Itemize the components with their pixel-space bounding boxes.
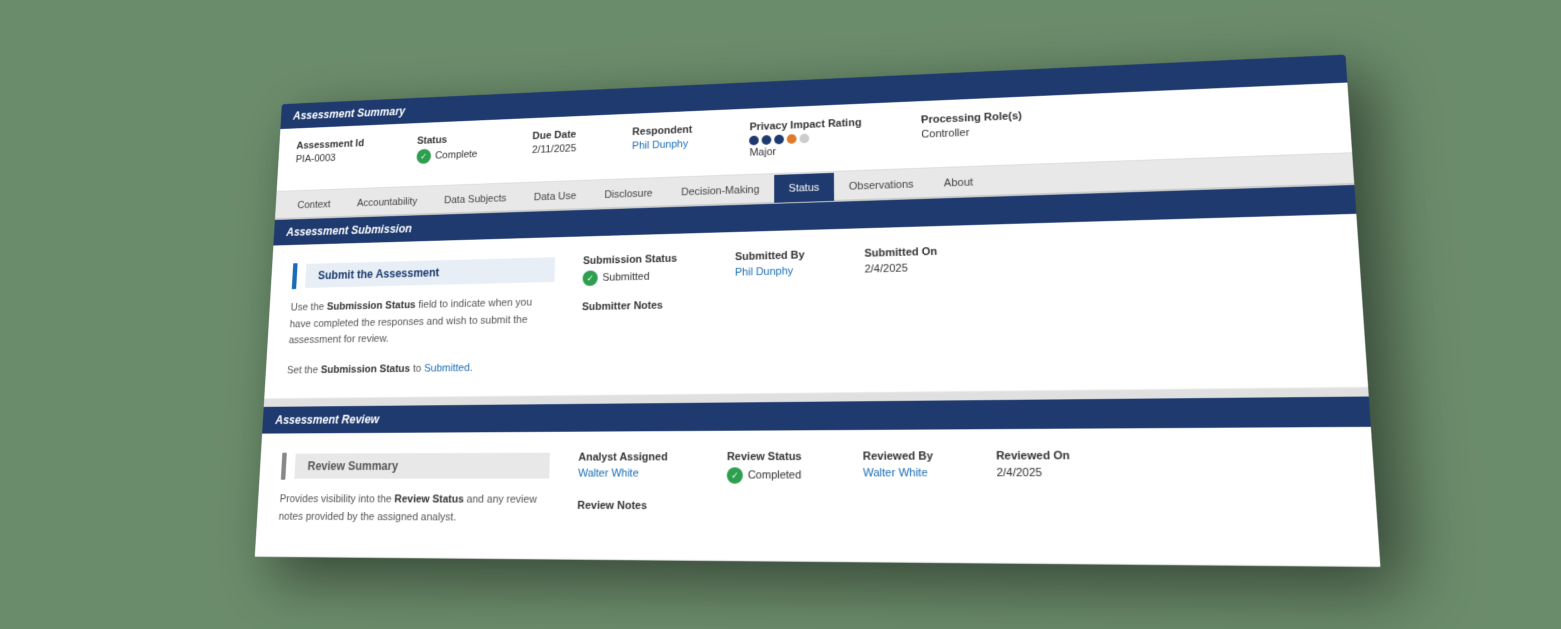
privacy-impact-field: Privacy Impact Rating Major (749, 117, 861, 159)
submitted-on-value: 2/4/2025 (864, 262, 937, 276)
assessment-id-field: Assessment Id PIA-0003 (295, 138, 364, 165)
submission-status-value: ✓ Submitted (582, 269, 676, 287)
reviewed-on-value: 2/4/2025 (996, 467, 1070, 480)
submission-instruction: Set the Submission Status to Submitted. (286, 359, 552, 380)
submission-right-panel: Submission Status ✓ Submitted Submitted … (580, 235, 1339, 375)
submission-left-panel: Submit the Assessment Use the Submission… (286, 256, 583, 380)
status-text: Complete (434, 149, 477, 162)
processing-roles-field: Processing Role(s) Controller (921, 111, 1022, 141)
submission-description: Use the Submission Status field to indic… (288, 295, 554, 350)
tab-data-subjects[interactable]: Data Subjects (430, 184, 520, 214)
tab-disclosure[interactable]: Disclosure (590, 179, 667, 209)
reviewed-on-field: Reviewed On 2/4/2025 (995, 450, 1070, 484)
privacy-impact-label: Privacy Impact Rating (749, 117, 861, 133)
tab-data-use[interactable]: Data Use (519, 182, 590, 212)
tab-decision-making[interactable]: Decision-Making (666, 175, 773, 206)
due-date-field: Due Date 2/11/2025 (531, 129, 576, 156)
status-value: ✓ Complete (416, 147, 478, 164)
processing-roles-label: Processing Role(s) (921, 111, 1022, 127)
review-title: Review Summary (294, 453, 550, 479)
respondent-label: Respondent (632, 124, 692, 138)
review-status-field: Review Status ✓ Completed (726, 451, 801, 484)
review-status-label: Review Status (726, 451, 801, 463)
status-label: Status (416, 133, 477, 146)
review-description: Provides visibility into the Review Stat… (278, 492, 549, 528)
due-date-value: 2/11/2025 (531, 143, 576, 156)
tab-context[interactable]: Context (283, 191, 344, 219)
review-accent (280, 453, 286, 480)
completed-text: Completed (747, 470, 801, 482)
reviewed-on-label: Reviewed On (995, 450, 1069, 463)
submitted-by-value[interactable]: Phil Dunphy (734, 265, 804, 278)
analyst-assigned-label: Analyst Assigned (578, 452, 667, 464)
review-left-panel: Review Summary Provides visibility into … (278, 452, 578, 528)
submitted-text: Submitted (602, 271, 649, 284)
assessment-id-value: PIA-0003 (295, 152, 363, 166)
reviewed-by-label: Reviewed By (862, 451, 932, 464)
tab-status[interactable]: Status (773, 173, 833, 203)
submitted-by-field: Submitted By Phil Dunphy (734, 250, 804, 283)
analyst-assigned-value[interactable]: Walter White (577, 468, 667, 480)
submission-title-bar: Submit the Assessment (291, 256, 554, 289)
due-date-label: Due Date (532, 129, 576, 142)
assessment-submission-content: Submit the Assessment Use the Submission… (264, 214, 1368, 400)
submitted-check-icon: ✓ (582, 271, 597, 287)
respondent-value[interactable]: Phil Dunphy (632, 138, 692, 152)
status-field: Status ✓ Complete (416, 133, 478, 164)
privacy-rating-text: Major (749, 143, 861, 159)
dot-5 (799, 134, 809, 144)
dot-3 (774, 135, 784, 145)
review-right-panel: Analyst Assigned Walter White Review Sta… (576, 449, 1349, 532)
assessment-review-content: Review Summary Provides visibility into … (254, 427, 1380, 566)
dot-2 (762, 135, 772, 145)
dot-1 (749, 136, 759, 146)
check-icon: ✓ (416, 149, 431, 164)
submitted-on-field: Submitted On 2/4/2025 (864, 246, 937, 280)
review-title-bar: Review Summary (280, 452, 549, 480)
dot-4 (787, 134, 797, 144)
tab-accountability[interactable]: Accountability (343, 187, 431, 217)
reviewed-by-value[interactable]: Walter White (862, 468, 933, 481)
submission-status-row: Submission Status ✓ Submitted Submitted … (582, 235, 1333, 286)
analyst-assigned-field: Analyst Assigned Walter White (577, 452, 667, 484)
submission-title: Submit the Assessment (305, 257, 555, 288)
reviewed-by-field: Reviewed By Walter White (862, 451, 933, 484)
respondent-field: Respondent Phil Dunphy (632, 124, 692, 152)
processing-roles-value: Controller (921, 125, 1022, 141)
submitter-notes-label: Submitter Notes (581, 286, 1334, 314)
completed-check-icon: ✓ (726, 468, 742, 484)
submission-accent (291, 263, 297, 289)
tab-about[interactable]: About (928, 168, 988, 198)
assessment-id-label: Assessment Id (296, 138, 364, 152)
submission-status-field: Submission Status ✓ Submitted (582, 253, 677, 286)
submission-status-label: Submission Status (582, 253, 676, 267)
review-status-row: Analyst Assigned Walter White Review Sta… (577, 449, 1346, 484)
submitted-on-label: Submitted On (864, 246, 937, 260)
review-status-value: ✓ Completed (726, 468, 801, 484)
tab-observations[interactable]: Observations (833, 170, 928, 201)
review-notes-label: Review Notes (577, 500, 1349, 515)
submitted-by-label: Submitted By (735, 250, 805, 264)
